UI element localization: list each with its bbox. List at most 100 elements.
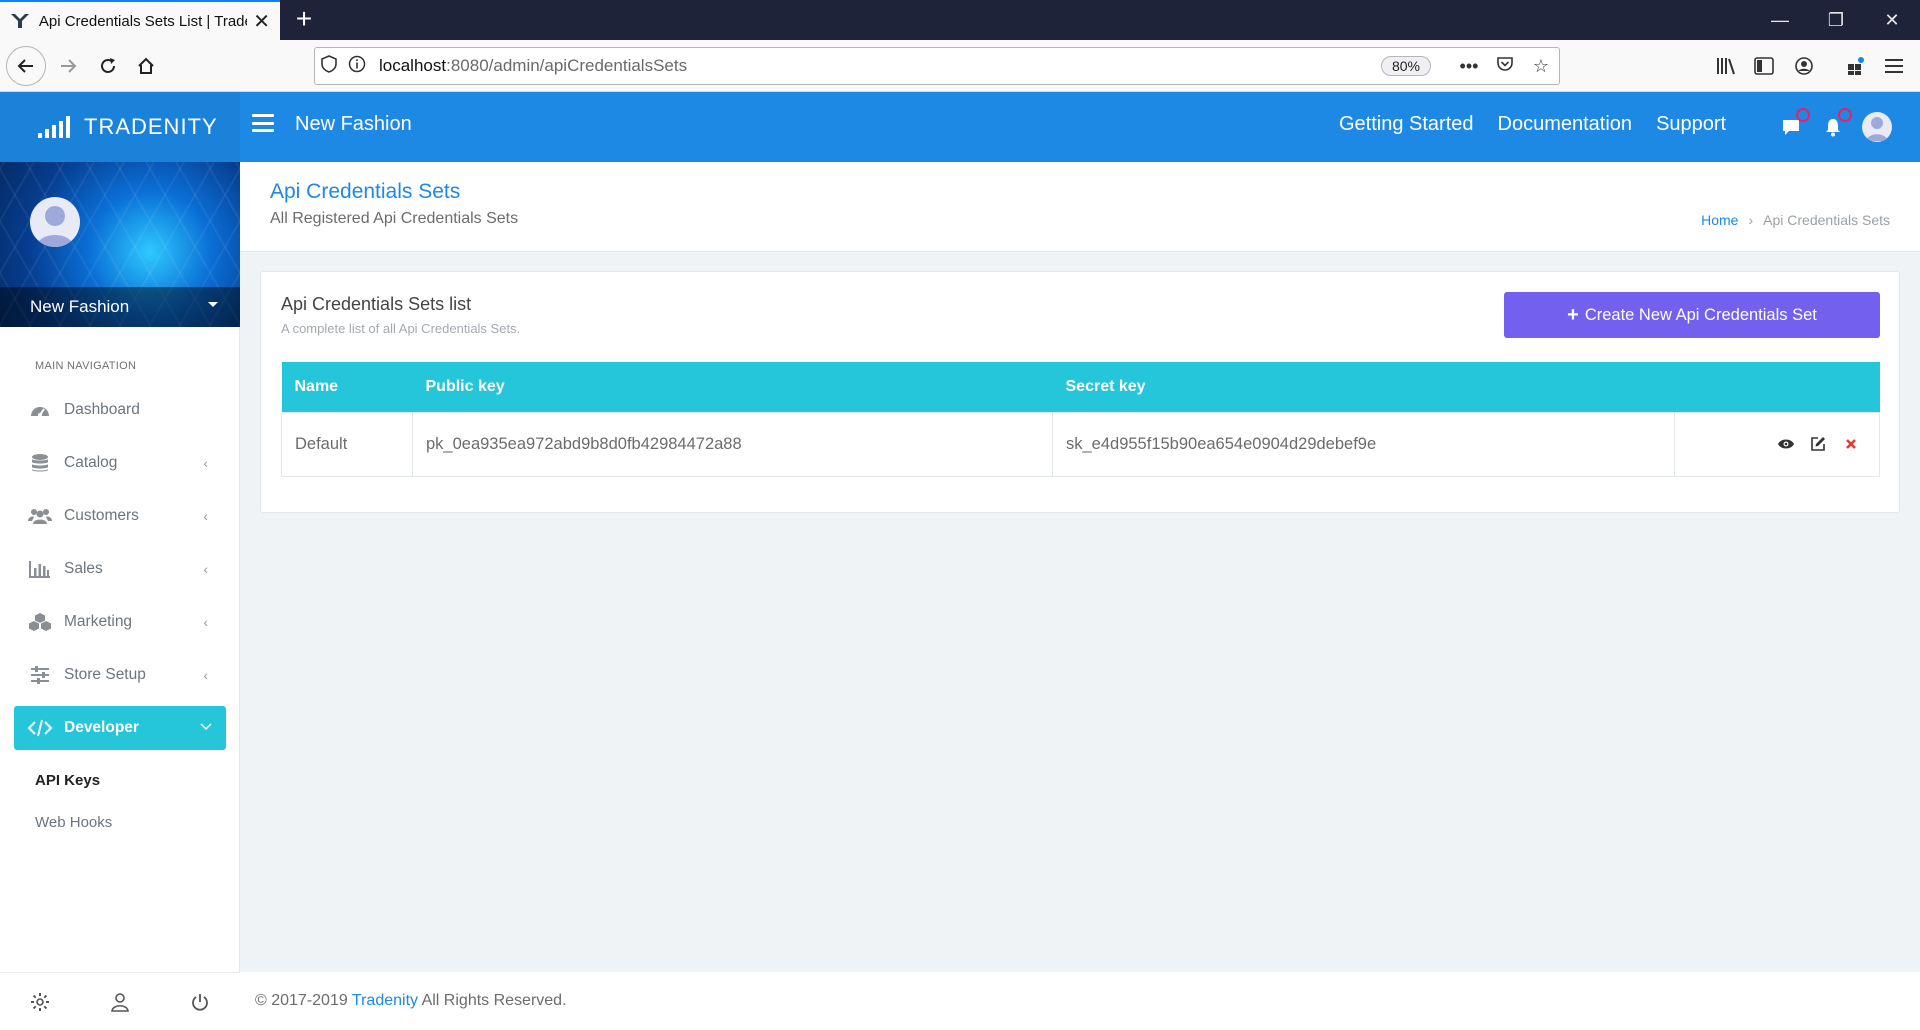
sidebar-item-developer[interactable]: Developer — [14, 706, 226, 750]
pocket-icon[interactable] — [1487, 55, 1523, 78]
library-icon[interactable] — [1708, 48, 1744, 84]
menu-icon[interactable] — [1876, 48, 1912, 84]
database-icon — [28, 452, 52, 474]
code-icon — [28, 717, 52, 739]
restore-icon[interactable]: ❐ — [1808, 0, 1864, 40]
bell-notification-ring — [1838, 108, 1852, 122]
sidebar-item-label: Catalog — [64, 454, 118, 471]
plus-icon: + — [1567, 303, 1579, 326]
sidebar: New Fashion MAIN NAVIGATION Dashboard Ca… — [0, 162, 240, 1030]
store-name: New Fashion — [295, 113, 412, 135]
breadcrumb-home[interactable]: Home — [1701, 212, 1738, 228]
profile-avatar[interactable] — [30, 197, 80, 247]
credentials-card: Api Credentials Sets list A complete lis… — [260, 271, 1900, 513]
sidebar-toggle-icon[interactable] — [1746, 48, 1782, 84]
footer-rights: All Rights Reserved. — [421, 992, 567, 1009]
users-icon — [28, 505, 52, 527]
dashboard-icon — [28, 399, 52, 421]
settings-gear-icon[interactable] — [28, 990, 52, 1014]
footer-copyright: © 2017-2019 — [255, 992, 348, 1009]
card-title: Api Credentials Sets list — [281, 294, 472, 314]
minimize-icon[interactable]: — — [1752, 0, 1808, 40]
sidebar-item-marketing[interactable]: Marketing ‹ — [0, 602, 240, 642]
page-title: Api Credentials Sets — [270, 180, 461, 203]
chevron-left-icon: ‹ — [203, 455, 208, 471]
signal-bars-icon — [38, 116, 70, 138]
tab-close-icon[interactable]: ✕ — [253, 9, 270, 34]
message-notification-ring — [1796, 108, 1810, 122]
top-header: New Fashion Getting Started Documentatio… — [240, 92, 1920, 162]
getting-started-link[interactable]: Getting Started — [1339, 113, 1474, 136]
top-links: Getting Started Documentation Support — [1339, 113, 1726, 136]
subitem-web-hooks[interactable]: Web Hooks — [35, 814, 112, 831]
more-actions-icon[interactable]: ••• — [1451, 56, 1487, 77]
back-icon[interactable] — [6, 46, 46, 86]
profile-name-dropdown[interactable]: New Fashion — [0, 287, 240, 327]
close-window-icon[interactable]: ✕ — [1864, 0, 1920, 40]
user-avatar[interactable] — [1862, 112, 1892, 142]
breadcrumb: Home › Api Credentials Sets — [1701, 212, 1890, 228]
breadcrumb-current: Api Credentials Sets — [1763, 212, 1890, 228]
delete-x-icon[interactable] — [1841, 434, 1861, 454]
support-link[interactable]: Support — [1656, 113, 1726, 136]
footer-text: © 2017-2019 Tradenity All Rights Reserve… — [255, 992, 567, 1010]
sidebar-item-store-setup[interactable]: Store Setup ‹ — [0, 655, 240, 695]
profile-user-icon[interactable] — [108, 990, 132, 1014]
table-row: Default pk_0ea935ea972abd9b8d0fb42984472… — [281, 411, 1880, 477]
forward-icon[interactable] — [50, 48, 86, 84]
documentation-link[interactable]: Documentation — [1498, 113, 1633, 136]
power-icon[interactable] — [188, 990, 212, 1014]
nav-section-label: MAIN NAVIGATION — [35, 360, 137, 372]
chevron-left-icon: ‹ — [203, 508, 208, 524]
sidebar-item-label: Developer — [64, 719, 139, 736]
cell-secret-key: sk_e4d955f15b90ea654e0904d29debef9e — [1052, 411, 1675, 477]
url-bar[interactable]: localhost:8080/admin/apiCredentialsSets … — [314, 47, 1560, 85]
zoom-level[interactable]: 80% — [1380, 56, 1431, 76]
sidebar-footer — [0, 972, 240, 1030]
sidebar-item-customers[interactable]: Customers ‹ — [0, 496, 240, 536]
page-subtitle: All Registered Api Credentials Sets — [270, 210, 519, 227]
cell-public-key: pk_0ea935ea972abd9b8d0fb42984472a88 — [412, 411, 1053, 477]
chevron-left-icon: ‹ — [203, 667, 208, 683]
column-header-public-key: Public key — [412, 362, 1053, 412]
view-eye-icon[interactable] — [1776, 434, 1796, 454]
notifications-bell-icon[interactable] — [1820, 108, 1852, 140]
browser-tab[interactable]: Api Credentials Sets List | Trade ✕ — [0, 0, 280, 40]
chevron-left-icon: ‹ — [203, 614, 208, 630]
bar-chart-icon — [28, 558, 52, 580]
create-button-label: Create New Api Credentials Set — [1584, 305, 1817, 324]
edit-icon[interactable] — [1808, 434, 1828, 454]
page-header: Api Credentials Sets All Registered Api … — [240, 162, 1920, 252]
subitem-api-keys[interactable]: API Keys — [35, 772, 100, 789]
credentials-table: Name Public key Secret key Default pk_0e… — [281, 362, 1880, 477]
sidebar-item-dashboard[interactable]: Dashboard — [0, 390, 240, 430]
footer-brand-link[interactable]: Tradenity — [352, 992, 418, 1009]
sidebar-profile: New Fashion — [0, 162, 240, 327]
cubes-icon — [28, 611, 52, 633]
chevron-down-icon — [200, 718, 212, 734]
column-header-name: Name — [281, 362, 413, 412]
sidebar-item-label: Sales — [64, 560, 103, 577]
sidebar-item-label: Dashboard — [64, 401, 140, 418]
new-tab-icon[interactable]: + — [288, 4, 320, 36]
browser-tab-strip: Api Credentials Sets List | Trade ✕ + — … — [0, 0, 1920, 40]
hamburger-icon[interactable] — [252, 114, 274, 132]
extensions-icon[interactable] — [1838, 48, 1874, 84]
sidebar-item-label: Store Setup — [64, 666, 146, 683]
sidebar-item-catalog[interactable]: Catalog ‹ — [0, 443, 240, 483]
url-text[interactable]: localhost:8080/admin/apiCredentialsSets — [379, 56, 1381, 76]
brand-name: TRADENITY — [84, 114, 218, 139]
create-credentials-set-button[interactable]: + Create New Api Credentials Set — [1504, 292, 1880, 338]
account-icon[interactable] — [1786, 48, 1822, 84]
messages-icon[interactable] — [1778, 108, 1810, 140]
shield-icon[interactable] — [315, 54, 343, 78]
bookmark-star-icon[interactable]: ☆ — [1523, 56, 1559, 77]
info-icon[interactable] — [343, 55, 371, 78]
profile-name: New Fashion — [30, 297, 130, 316]
sidebar-item-sales[interactable]: Sales ‹ — [0, 549, 240, 589]
brand-logo[interactable]: TRADENITY — [0, 92, 240, 162]
reload-icon[interactable] — [90, 48, 126, 84]
cell-actions — [1674, 411, 1880, 477]
home-icon[interactable] — [128, 48, 164, 84]
breadcrumb-separator-icon: › — [1748, 212, 1754, 228]
